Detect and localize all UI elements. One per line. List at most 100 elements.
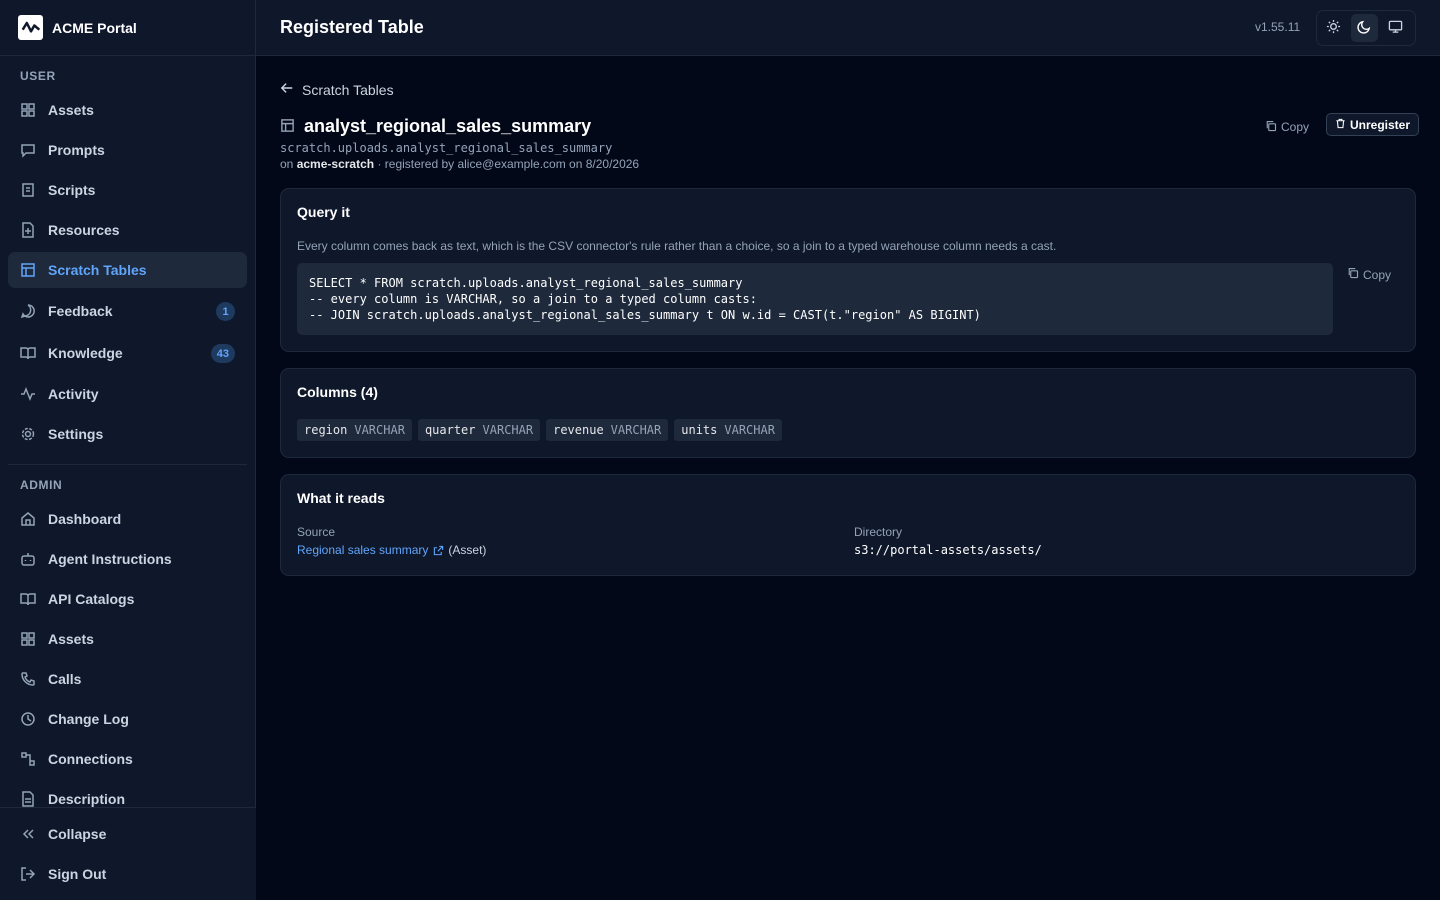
column-name: units xyxy=(681,423,718,437)
query-description: Every column comes back as text, which i… xyxy=(297,239,1057,253)
columns-title: Columns (4) xyxy=(297,384,378,400)
sidebar-item-label: Feedback xyxy=(48,303,113,319)
sidebar-item-scratch-tables[interactable]: Scratch Tables xyxy=(8,252,247,288)
query-code[interactable]: SELECT * FROM scratch.uploads.analyst_re… xyxy=(297,263,1333,335)
sidebar-item-label: Connections xyxy=(48,751,133,767)
sidebar-item-settings[interactable]: Settings xyxy=(8,416,247,452)
copy-icon xyxy=(1265,120,1281,135)
sidebar-item-connections[interactable]: Connections xyxy=(8,741,247,777)
brand[interactable]: ACME Portal xyxy=(0,0,255,56)
sidebar-item-label: Scripts xyxy=(48,182,96,198)
source-kind: (Asset) xyxy=(448,543,487,557)
meta-on: on xyxy=(280,157,294,171)
query-card: Query it Every column comes back as text… xyxy=(280,188,1416,352)
column-name: region xyxy=(304,423,348,437)
phone-icon xyxy=(20,671,36,687)
activity-icon xyxy=(20,386,36,402)
grid-icon xyxy=(20,102,36,118)
copy-label: Copy xyxy=(1281,120,1310,134)
sidebar-item-label: Activity xyxy=(48,386,99,402)
sidebar-item-label: Assets xyxy=(48,631,94,647)
column-name: revenue xyxy=(553,423,604,437)
query-title: Query it xyxy=(297,204,350,220)
sidebar-item-prompts[interactable]: Prompts xyxy=(8,132,247,168)
table-fqn: scratch.uploads.analyst_regional_sales_s… xyxy=(280,141,613,155)
back-label: Scratch Tables xyxy=(302,81,394,98)
sidebar-item-resources[interactable]: Resources xyxy=(8,212,247,248)
sidebar-divider xyxy=(8,464,247,465)
collapse-label: Collapse xyxy=(48,826,107,842)
trash-icon xyxy=(1335,118,1350,132)
source-label: Source xyxy=(297,525,336,539)
sidebar-item-assets[interactable]: Assets xyxy=(8,92,247,128)
doc-icon xyxy=(20,791,36,807)
sidebar-item-change-log[interactable]: Change Log xyxy=(8,701,247,737)
chat-icon xyxy=(20,303,36,319)
logo-icon xyxy=(18,15,43,40)
sidebar-item-scripts[interactable]: Scripts xyxy=(8,172,247,208)
table-meta: on acme-scratch · registered by alice@ex… xyxy=(280,157,639,171)
directory-label: Directory xyxy=(854,525,903,539)
signout-button[interactable]: Sign Out xyxy=(8,856,247,892)
sun-icon xyxy=(1326,19,1341,37)
sidebar-item-knowledge[interactable]: Knowledge 43 xyxy=(8,335,247,371)
signout-label: Sign Out xyxy=(48,866,107,882)
table-icon xyxy=(280,118,304,136)
system-theme-button[interactable] xyxy=(1381,14,1409,42)
sidebar-item-calls[interactable]: Calls xyxy=(8,661,247,697)
sidebar-item-label: Change Log xyxy=(48,711,129,727)
sidebar-item-activity[interactable]: Activity xyxy=(8,376,247,412)
sidebar-item-label: Knowledge xyxy=(48,345,123,361)
sidebar: ACME Portal USER Assets Prompts Scripts … xyxy=(0,0,256,900)
column-chip: units VARCHAR xyxy=(674,419,782,441)
sidebar-item-api-catalogs[interactable]: API Catalogs xyxy=(8,581,247,617)
source-value: Regional sales summary (Asset) xyxy=(297,543,486,557)
source-link[interactable]: Regional sales summary xyxy=(297,543,428,557)
bot-icon xyxy=(20,551,36,567)
sidebar-item-admin-assets[interactable]: Assets xyxy=(8,621,247,657)
external-link-icon xyxy=(433,545,444,556)
copy-label: Copy xyxy=(1363,267,1392,282)
monitor-icon xyxy=(1388,19,1403,37)
gear-icon xyxy=(20,426,36,442)
unregister-button[interactable]: Unregister xyxy=(1326,113,1420,136)
sidebar-item-label: Agent Instructions xyxy=(48,551,172,567)
column-type: VARCHAR xyxy=(354,423,405,437)
column-chip: region VARCHAR xyxy=(297,419,412,441)
sidebar-item-dashboard[interactable]: Dashboard xyxy=(8,501,247,537)
column-type: VARCHAR xyxy=(482,423,534,437)
theme-switcher xyxy=(1316,10,1416,46)
knowledge-badge: 43 xyxy=(210,344,235,363)
light-theme-button[interactable] xyxy=(1320,14,1348,42)
grid-icon xyxy=(20,631,36,647)
dark-theme-button[interactable] xyxy=(1350,14,1379,42)
sidebar-item-label: Assets xyxy=(48,102,94,118)
meta-connection: acme-scratch xyxy=(296,157,375,171)
sidebar-item-label: Calls xyxy=(48,671,82,687)
sidebar-item-agent-instructions[interactable]: Agent Instructions xyxy=(8,541,247,577)
book-open-icon xyxy=(20,591,36,607)
directory-value: s3://portal-assets/assets/ xyxy=(854,543,1042,557)
sidebar-item-label: Description xyxy=(48,791,126,807)
sidebar-item-label: API Catalogs xyxy=(48,591,135,607)
sidebar-item-label: Prompts xyxy=(48,142,105,158)
column-chip: revenue VARCHAR xyxy=(546,419,669,441)
sidebar-item-label: Dashboard xyxy=(48,511,122,527)
code-icon xyxy=(20,182,36,198)
copy-query-button[interactable]: Copy xyxy=(1347,267,1391,282)
copy-button[interactable]: Copy xyxy=(1265,116,1309,138)
chevrons-left-icon xyxy=(20,826,36,842)
meta-rest: · registered by alice@example.com on 8/2… xyxy=(377,157,640,171)
file-plus-icon xyxy=(20,222,36,238)
sidebar-item-feedback[interactable]: Feedback 1 xyxy=(8,293,247,329)
top-bar: Registered Table v1.55.11 xyxy=(256,0,1440,56)
reads-card: What it reads Source Regional sales summ… xyxy=(280,474,1416,576)
column-type: VARCHAR xyxy=(610,423,662,437)
moon-icon xyxy=(1357,19,1372,37)
collapse-button[interactable]: Collapse xyxy=(8,816,247,852)
logout-icon xyxy=(20,866,36,882)
back-link[interactable]: Scratch Tables xyxy=(280,81,394,98)
link-icon xyxy=(20,751,36,767)
page-title: Registered Table xyxy=(280,17,424,37)
table-name: analyst_regional_sales_summary xyxy=(304,116,592,136)
